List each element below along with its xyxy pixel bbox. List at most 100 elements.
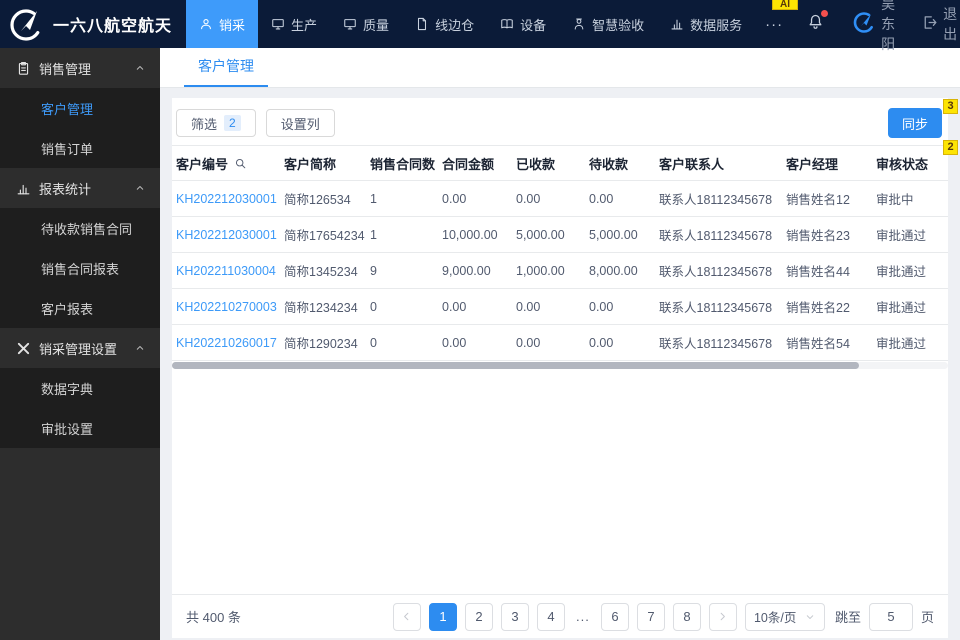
nav-item-数据服务[interactable]: 数据服务 — [657, 0, 755, 48]
page-button-3[interactable]: 3 — [500, 602, 529, 631]
customer-id-link[interactable]: KH202210270003 — [176, 300, 277, 314]
tab-customer-management[interactable]: 客户管理 — [184, 47, 268, 87]
column-header-客户编号: 客户编号 — [172, 154, 280, 173]
tab-bar: 客户管理 — [160, 48, 960, 88]
cell-value: 销售姓名44 — [786, 265, 850, 279]
cell-value: 5,000.00 — [516, 227, 565, 242]
customer-id-cell: KH202211030004 — [172, 264, 280, 278]
annotation-mark-ai: AI — [772, 0, 798, 10]
sidebar-item-label: 审批设置 — [41, 421, 94, 437]
sidebar-item-销售订单[interactable]: 销售订单 — [0, 128, 160, 168]
page-size-select[interactable]: 10条/页 — [744, 602, 825, 631]
sidebar-group-销售管理[interactable]: 销售管理 — [0, 48, 160, 88]
top-nav-menu: 销采 生产 质量 线边仓 设备 智慧验收 数据服务 — [186, 0, 755, 48]
table-cell: 销售姓名22 — [782, 297, 872, 316]
search-icon[interactable] — [234, 157, 247, 170]
horizontal-scrollbar-thumb[interactable] — [172, 362, 859, 369]
column-header-label: 待收款 — [589, 156, 629, 172]
cell-value: 1 — [370, 191, 377, 206]
column-header-合同金额: 合同金额 — [438, 154, 512, 173]
cell-value: 审批中 — [876, 193, 914, 207]
table-cell: 0.00 — [438, 336, 512, 350]
user-menu[interactable]: 吴东阳 — [852, 0, 895, 54]
prev-page-button[interactable] — [392, 602, 421, 631]
page-button-1[interactable]: 1 — [428, 602, 457, 631]
table-cell: 简称1345234 — [280, 261, 366, 280]
page-button-8[interactable]: 8 — [672, 602, 701, 631]
next-page-button[interactable] — [708, 602, 737, 631]
page-button-6[interactable]: 6 — [600, 602, 629, 631]
cell-value: 0.00 — [516, 191, 541, 206]
sidebar-item-待收款销售合同[interactable]: 待收款销售合同 — [0, 208, 160, 248]
nav-item-质量[interactable]: 质量 — [330, 0, 402, 48]
brand-title: 一六八航空航天 — [53, 18, 173, 35]
sidebar-group-报表统计[interactable]: 报表统计 — [0, 168, 160, 208]
cell-value: 销售姓名12 — [786, 193, 850, 207]
cell-value: 审批通过 — [876, 229, 927, 243]
cell-value: 销售姓名23 — [786, 229, 850, 243]
notification-dot — [821, 10, 829, 17]
nav-item-生产[interactable]: 生产 — [258, 0, 330, 48]
sidebar-group-label: 销采管理设置 — [39, 341, 118, 357]
table-cell: 0.00 — [438, 300, 512, 314]
sync-button[interactable]: 同步 — [887, 108, 942, 138]
sidebar-group-销采管理设置[interactable]: 销采管理设置 — [0, 328, 160, 368]
column-header-审核状态: 审核状态 — [872, 154, 945, 173]
jump-page-input[interactable] — [868, 602, 913, 631]
sidebar-item-客户报表[interactable]: 客户报表 — [0, 288, 160, 328]
nav-item-线边仓[interactable]: 线边仓 — [402, 0, 487, 48]
column-header-待收款: 待收款 — [585, 154, 655, 173]
avatar — [852, 10, 876, 39]
table-cell: 1,000.00 — [512, 264, 585, 278]
logout-button[interactable]: 退出 — [921, 4, 957, 44]
page-button-2[interactable]: 2 — [464, 602, 493, 631]
cell-value: 0 — [370, 299, 377, 314]
column-header-label: 客户联系人 — [659, 156, 725, 172]
nav-item-销采[interactable]: 销采 — [186, 0, 259, 48]
table-row: KH202210270003 简称1234234 0 0.00 0.00 0.00 联系人1… — [172, 289, 948, 325]
horizontal-scrollbar-track[interactable] — [172, 362, 948, 369]
table-cell: 0.00 — [512, 300, 585, 314]
customer-id-link[interactable]: KH202212030001 — [176, 228, 277, 242]
table-row: KH202210260017 简称1290234 0 0.00 0.00 0.00 联系人1… — [172, 325, 948, 361]
more-menu-button[interactable]: ··· — [755, 16, 793, 33]
cell-value: 0.00 — [442, 335, 467, 350]
sidebar-menu: 销售管理客户管理 销售订单 报表统计 待收款销售合同 销售合同报表 客户报表销采管理设置数… — [0, 48, 160, 640]
column-settings-button[interactable]: 设置列 — [265, 109, 335, 137]
table-cell: 销售姓名23 — [782, 225, 872, 244]
notification-bell-button[interactable] — [797, 10, 834, 35]
clipboard-icon — [16, 61, 31, 76]
column-header-label: 客户简称 — [284, 156, 337, 172]
nav-item-label: 质量 — [363, 17, 390, 33]
page-button-4[interactable]: 4 — [536, 602, 565, 631]
sidebar-item-销售合同报表[interactable]: 销售合同报表 — [0, 248, 160, 288]
content-panel: 筛选 2 设置列 同步 客户编号 客户简称 销售合同数 合同金额 已收款 待收款 客户联系人… — [172, 98, 948, 638]
column-header-label: 销售合同数 — [370, 156, 436, 172]
cell-value: 审批通过 — [876, 265, 927, 279]
pagination: 1 2 3 4... 6 7 8 — [392, 602, 737, 631]
sidebar-group-label: 销售管理 — [39, 61, 92, 77]
customer-id-link[interactable]: KH202212030001 — [176, 192, 277, 206]
chevron-up-icon — [134, 342, 146, 354]
cell-value: 审批通过 — [876, 301, 927, 315]
customer-id-link[interactable]: KH202211030004 — [176, 264, 276, 278]
table-cell: 9,000.00 — [438, 264, 512, 278]
table-cell: 8,000.00 — [585, 264, 655, 278]
sidebar-item-审批设置[interactable]: 审批设置 — [0, 408, 160, 448]
table-header-row: 客户编号 客户简称 销售合同数 合同金额 已收款 待收款 客户联系人 客户经理 审核状态 — [172, 145, 948, 181]
table-cell: 简称126534 — [280, 189, 366, 208]
cell-value: 0.00 — [516, 335, 541, 350]
sidebar-item-数据字典[interactable]: 数据字典 — [0, 368, 160, 408]
nav-item-智慧验收[interactable]: 智慧验收 — [559, 0, 657, 48]
filter-button[interactable]: 筛选 2 — [176, 109, 256, 137]
chart-icon — [670, 17, 684, 31]
nav-item-label: 销采 — [219, 17, 246, 33]
customer-id-link[interactable]: KH202210260017 — [176, 336, 277, 350]
cell-value: 简称17654234 — [284, 229, 365, 243]
page-button-7[interactable]: 7 — [636, 602, 665, 631]
doc-icon — [415, 17, 429, 31]
cell-value: 简称1290234 — [284, 337, 358, 351]
cell-value: 9,000.00 — [442, 263, 491, 278]
sidebar-item-客户管理[interactable]: 客户管理 — [0, 88, 160, 128]
nav-item-设备[interactable]: 设备 — [487, 0, 559, 48]
